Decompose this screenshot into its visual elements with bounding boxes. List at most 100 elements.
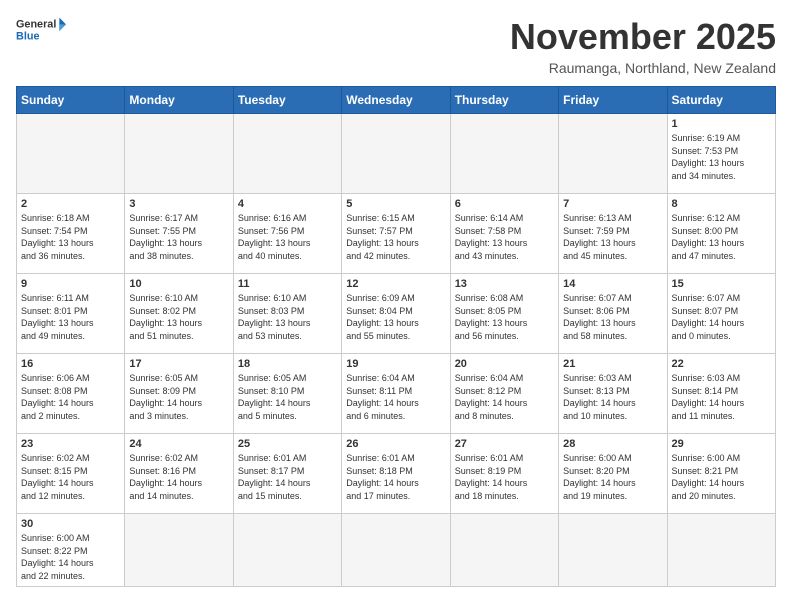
calendar: SundayMondayTuesdayWednesdayThursdayFrid…	[16, 86, 776, 587]
calendar-cell: 5Sunrise: 6:15 AM Sunset: 7:57 PM Daylig…	[342, 194, 450, 274]
day-number: 30	[21, 518, 120, 530]
calendar-cell: 1 Sunrise: 6:19 AM Sunset: 7:53 PM Daylig…	[667, 114, 775, 194]
day-info: Sunrise: 6:03 AM Sunset: 8:14 PM Dayligh…	[672, 372, 771, 422]
calendar-cell	[450, 514, 558, 587]
calendar-cell: 29 Sunrise: 6:00 AM Sunset: 8:21 PM Dayli…	[667, 434, 775, 514]
day-info: Sunrise: 6:01 AM Sunset: 8:18 PM Dayligh…	[346, 452, 445, 502]
calendar-cell: 24Sunrise: 6:02 AM Sunset: 8:16 PM Dayli…	[125, 434, 233, 514]
svg-text:General: General	[16, 19, 56, 31]
svg-text:Blue: Blue	[16, 30, 39, 42]
day-number: 18	[238, 358, 337, 370]
header-saturday: Saturday	[667, 87, 775, 114]
calendar-cell: 20 Sunrise: 6:04 AM Sunset: 8:12 PM Dayli…	[450, 354, 558, 434]
calendar-cell: 30 Sunrise: 6:00 AM Sunset: 8:22 PM Dayli…	[17, 514, 125, 587]
calendar-cell: 14Sunrise: 6:07 AM Sunset: 8:06 PM Dayli…	[559, 274, 667, 354]
week-row-6: 30 Sunrise: 6:00 AM Sunset: 8:22 PM Dayli…	[17, 514, 776, 587]
logo-icon: General Blue	[16, 16, 66, 46]
calendar-cell: 21 Sunrise: 6:03 AM Sunset: 8:13 PM Dayli…	[559, 354, 667, 434]
title-area: November 2025 Raumanga, Northland, New Z…	[510, 16, 776, 76]
day-number: 12	[346, 278, 445, 290]
week-row-4: 16Sunrise: 6:06 AM Sunset: 8:08 PM Dayli…	[17, 354, 776, 434]
header: General Blue November 2025 Raumanga, Nor…	[16, 16, 776, 76]
calendar-cell: 17Sunrise: 6:05 AM Sunset: 8:09 PM Dayli…	[125, 354, 233, 434]
day-info: Sunrise: 6:05 AM Sunset: 8:09 PM Dayligh…	[129, 372, 228, 422]
day-info: Sunrise: 6:00 AM Sunset: 8:21 PM Dayligh…	[672, 452, 771, 502]
header-friday: Friday	[559, 87, 667, 114]
day-info: Sunrise: 6:12 AM Sunset: 8:00 PM Dayligh…	[672, 212, 771, 262]
week-row-2: 2Sunrise: 6:18 AM Sunset: 7:54 PM Daylig…	[17, 194, 776, 274]
calendar-cell: 4Sunrise: 6:16 AM Sunset: 7:56 PM Daylig…	[233, 194, 341, 274]
week-row-3: 9Sunrise: 6:11 AM Sunset: 8:01 PM Daylig…	[17, 274, 776, 354]
day-info: Sunrise: 6:18 AM Sunset: 7:54 PM Dayligh…	[21, 212, 120, 262]
header-monday: Monday	[125, 87, 233, 114]
calendar-cell	[559, 114, 667, 194]
calendar-cell	[17, 114, 125, 194]
calendar-cell: 19Sunrise: 6:04 AM Sunset: 8:11 PM Dayli…	[342, 354, 450, 434]
month-title: November 2025	[510, 16, 776, 58]
day-info: Sunrise: 6:01 AM Sunset: 8:17 PM Dayligh…	[238, 452, 337, 502]
calendar-cell: 7 Sunrise: 6:13 AM Sunset: 7:59 PM Daylig…	[559, 194, 667, 274]
day-info: Sunrise: 6:10 AM Sunset: 8:03 PM Dayligh…	[238, 292, 337, 342]
calendar-cell	[667, 514, 775, 587]
logo: General Blue	[16, 16, 66, 46]
calendar-cell: 9Sunrise: 6:11 AM Sunset: 8:01 PM Daylig…	[17, 274, 125, 354]
day-number: 29	[672, 438, 771, 450]
calendar-cell	[559, 514, 667, 587]
day-info: Sunrise: 6:16 AM Sunset: 7:56 PM Dayligh…	[238, 212, 337, 262]
calendar-cell: 8 Sunrise: 6:12 AM Sunset: 8:00 PM Daylig…	[667, 194, 775, 274]
day-info: Sunrise: 6:17 AM Sunset: 7:55 PM Dayligh…	[129, 212, 228, 262]
day-info: Sunrise: 6:13 AM Sunset: 7:59 PM Dayligh…	[563, 212, 662, 262]
calendar-cell	[342, 114, 450, 194]
day-number: 21	[563, 358, 662, 370]
day-number: 10	[129, 278, 228, 290]
day-number: 5	[346, 198, 445, 210]
header-tuesday: Tuesday	[233, 87, 341, 114]
calendar-cell: 13Sunrise: 6:08 AM Sunset: 8:05 PM Dayli…	[450, 274, 558, 354]
calendar-cell: 3Sunrise: 6:17 AM Sunset: 7:55 PM Daylig…	[125, 194, 233, 274]
day-number: 24	[129, 438, 228, 450]
day-number: 28	[563, 438, 662, 450]
day-number: 27	[455, 438, 554, 450]
day-info: Sunrise: 6:07 AM Sunset: 8:06 PM Dayligh…	[563, 292, 662, 342]
calendar-cell: 26 Sunrise: 6:01 AM Sunset: 8:18 PM Dayli…	[342, 434, 450, 514]
day-info: Sunrise: 6:06 AM Sunset: 8:08 PM Dayligh…	[21, 372, 120, 422]
day-info: Sunrise: 6:07 AM Sunset: 8:07 PM Dayligh…	[672, 292, 771, 342]
day-info: Sunrise: 6:19 AM Sunset: 7:53 PM Dayligh…	[672, 132, 771, 182]
calendar-cell: 27 Sunrise: 6:01 AM Sunset: 8:19 PM Dayli…	[450, 434, 558, 514]
calendar-cell: 15 Sunrise: 6:07 AM Sunset: 8:07 PM Dayli…	[667, 274, 775, 354]
calendar-cell	[125, 514, 233, 587]
calendar-cell: 10 Sunrise: 6:10 AM Sunset: 8:02 PM Dayli…	[125, 274, 233, 354]
day-number: 22	[672, 358, 771, 370]
weekday-header-row: SundayMondayTuesdayWednesdayThursdayFrid…	[17, 87, 776, 114]
calendar-cell	[233, 114, 341, 194]
day-number: 15	[672, 278, 771, 290]
calendar-cell: 28Sunrise: 6:00 AM Sunset: 8:20 PM Dayli…	[559, 434, 667, 514]
day-number: 19	[346, 358, 445, 370]
calendar-cell: 12Sunrise: 6:09 AM Sunset: 8:04 PM Dayli…	[342, 274, 450, 354]
day-number: 6	[455, 198, 554, 210]
day-info: Sunrise: 6:00 AM Sunset: 8:22 PM Dayligh…	[21, 532, 120, 582]
day-number: 26	[346, 438, 445, 450]
calendar-cell: 22 Sunrise: 6:03 AM Sunset: 8:14 PM Dayli…	[667, 354, 775, 434]
day-number: 25	[238, 438, 337, 450]
calendar-cell: 6 Sunrise: 6:14 AM Sunset: 7:58 PM Daylig…	[450, 194, 558, 274]
day-number: 1	[672, 118, 771, 130]
day-number: 7	[563, 198, 662, 210]
calendar-cell: 2Sunrise: 6:18 AM Sunset: 7:54 PM Daylig…	[17, 194, 125, 274]
day-info: Sunrise: 6:03 AM Sunset: 8:13 PM Dayligh…	[563, 372, 662, 422]
day-info: Sunrise: 6:10 AM Sunset: 8:02 PM Dayligh…	[129, 292, 228, 342]
calendar-cell: 11 Sunrise: 6:10 AM Sunset: 8:03 PM Dayli…	[233, 274, 341, 354]
calendar-cell	[125, 114, 233, 194]
day-number: 13	[455, 278, 554, 290]
calendar-cell: 18Sunrise: 6:05 AM Sunset: 8:10 PM Dayli…	[233, 354, 341, 434]
calendar-cell	[233, 514, 341, 587]
day-info: Sunrise: 6:14 AM Sunset: 7:58 PM Dayligh…	[455, 212, 554, 262]
calendar-cell	[450, 114, 558, 194]
day-number: 11	[238, 278, 337, 290]
calendar-cell: 16Sunrise: 6:06 AM Sunset: 8:08 PM Dayli…	[17, 354, 125, 434]
day-number: 8	[672, 198, 771, 210]
day-info: Sunrise: 6:04 AM Sunset: 8:12 PM Dayligh…	[455, 372, 554, 422]
week-row-5: 23Sunrise: 6:02 AM Sunset: 8:15 PM Dayli…	[17, 434, 776, 514]
day-number: 20	[455, 358, 554, 370]
day-info: Sunrise: 6:01 AM Sunset: 8:19 PM Dayligh…	[455, 452, 554, 502]
